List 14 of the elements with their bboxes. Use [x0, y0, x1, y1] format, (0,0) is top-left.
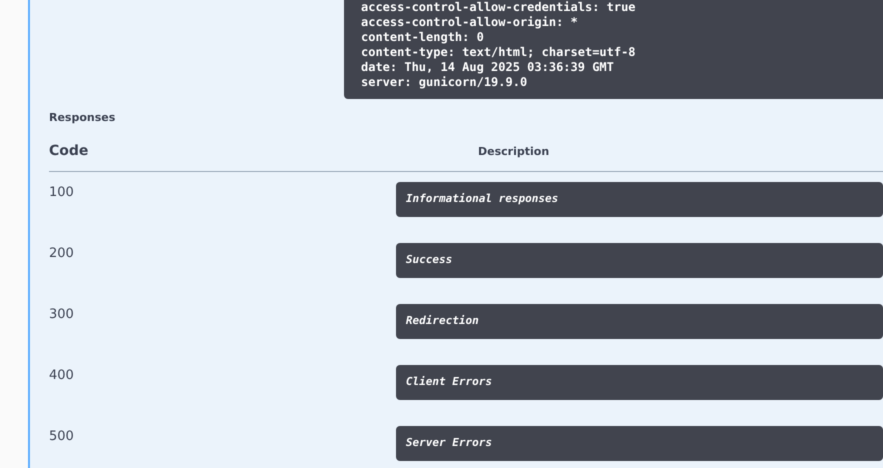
description-block: Informational responses	[396, 182, 883, 216]
response-headers-code: access-control-allow-credentials: true access-control-allow-origin: * content-length: 0 content-type: text/html; charset=utf-8 date: Thu, 14 Aug 2025 03:36:39 GMT server: gunicorn/19.9.0	[344, 0, 883, 99]
description-block: Client Errors	[396, 364, 883, 400]
status-code: 400	[49, 366, 75, 384]
description-block: Success	[396, 242, 883, 278]
status-code: 500	[49, 428, 75, 446]
status-code: 100	[49, 184, 75, 202]
column-header: Code	[49, 142, 90, 160]
description-block: Redirection	[396, 304, 883, 338]
description-block: Server Errors	[396, 426, 883, 460]
status-code: 300	[49, 306, 75, 324]
status-code: 200	[49, 244, 75, 262]
responses-heading: Responses	[49, 110, 116, 126]
column-header: Description	[478, 144, 550, 160]
